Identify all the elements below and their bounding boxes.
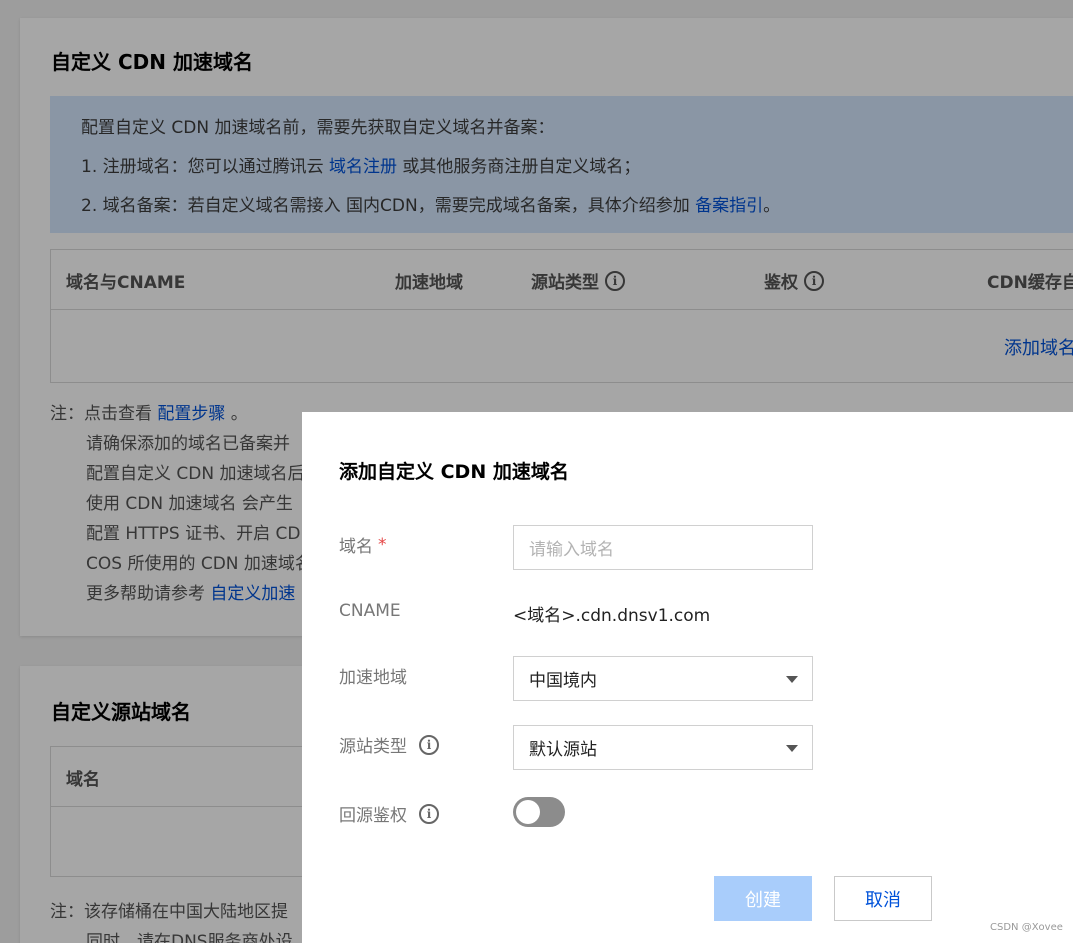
cname-value: <域名>.cdn.dnsv1.com [513, 606, 711, 626]
origin-auth-toggle[interactable] [513, 797, 565, 827]
dialog-title: 添加自定义 CDN 加速域名 [339, 461, 569, 483]
origin-type-selected-value: 默认源站 [529, 740, 597, 760]
info-icon[interactable]: i [419, 803, 439, 824]
cname-label: CNAME [339, 601, 401, 621]
chevron-down-icon [786, 676, 798, 683]
create-button[interactable]: 创建 [714, 876, 812, 921]
required-mark: * [378, 534, 387, 555]
domain-input[interactable]: 请输入域名 [513, 525, 813, 570]
region-label: 加速地域 [339, 668, 407, 688]
origin-auth-label-text: 回源鉴权 [339, 806, 407, 826]
domain-input-placeholder: 请输入域名 [529, 540, 614, 560]
domain-label-text: 域名 [339, 537, 373, 557]
watermark: CSDN @Xovee [990, 922, 1063, 933]
origin-type-select[interactable]: 默认源站 [513, 725, 813, 770]
region-select[interactable]: 中国境内 [513, 656, 813, 701]
origin-type-label-text: 源站类型 [339, 737, 407, 757]
info-icon[interactable]: i [419, 734, 439, 755]
toggle-knob [516, 800, 540, 824]
add-cdn-domain-dialog: 添加自定义 CDN 加速域名 域名 * 请输入域名 CNAME <域名>.cdn.… [302, 412, 1073, 943]
chevron-down-icon [786, 745, 798, 752]
origin-type-label: 源站类型 i [339, 732, 439, 757]
cancel-button[interactable]: 取消 [834, 876, 932, 921]
region-selected-value: 中国境内 [529, 671, 597, 691]
domain-label: 域名 * [339, 532, 387, 558]
origin-auth-label: 回源鉴权 i [339, 801, 439, 826]
